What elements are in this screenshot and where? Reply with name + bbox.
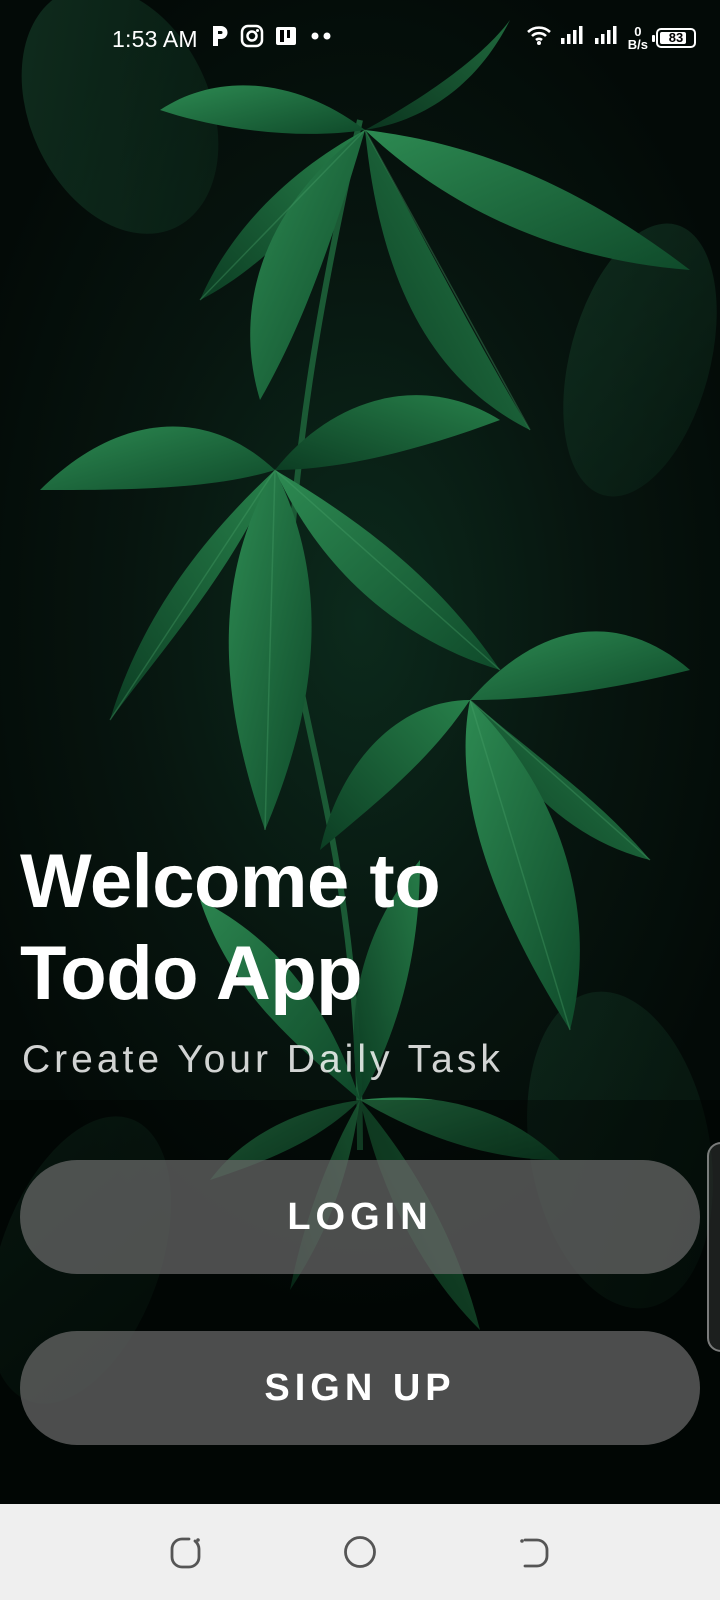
home-icon xyxy=(343,1535,377,1574)
login-button[interactable]: LOGIN xyxy=(20,1160,700,1274)
navigation-bar xyxy=(0,1504,720,1600)
signal-1-icon xyxy=(560,24,586,51)
welcome-title-line1: Welcome to xyxy=(20,839,441,924)
app-notification-icon xyxy=(274,24,298,53)
network-speed: 0 B/s xyxy=(628,25,648,51)
battery-icon: 83 xyxy=(652,27,696,48)
instagram-icon xyxy=(240,24,264,53)
back-button[interactable] xyxy=(514,1534,554,1574)
signup-button[interactable]: SIGN UP xyxy=(20,1331,700,1445)
network-speed-unit: B/s xyxy=(627,36,648,52)
wifi-icon xyxy=(526,24,552,51)
parking-p-icon xyxy=(210,24,230,53)
battery-level: 83 xyxy=(668,30,684,45)
recents-icon xyxy=(169,1535,203,1574)
status-right-icons: 0 B/s 83 xyxy=(526,24,696,51)
status-left-icons xyxy=(210,24,334,53)
background-leaves-image xyxy=(0,0,720,1504)
home-button[interactable] xyxy=(340,1534,380,1574)
leaves-illustration xyxy=(0,0,720,1504)
status-time: 1:53 AM xyxy=(112,26,198,52)
battery-tip xyxy=(652,34,655,42)
signal-2-icon xyxy=(594,24,620,51)
welcome-subtitle: Create Your Daily Task xyxy=(22,1038,504,1081)
welcome-title-line2: Todo App xyxy=(20,931,363,1016)
edge-panel-handle[interactable] xyxy=(707,1142,720,1352)
status-bar: 1:53 AM 0 B/s 83 xyxy=(0,0,720,80)
recents-button[interactable] xyxy=(166,1534,206,1574)
welcome-title: Welcome to Todo App xyxy=(20,836,580,1020)
network-speed-value: 0 xyxy=(634,23,642,39)
back-icon xyxy=(517,1535,551,1574)
more-dots-icon xyxy=(308,24,334,53)
